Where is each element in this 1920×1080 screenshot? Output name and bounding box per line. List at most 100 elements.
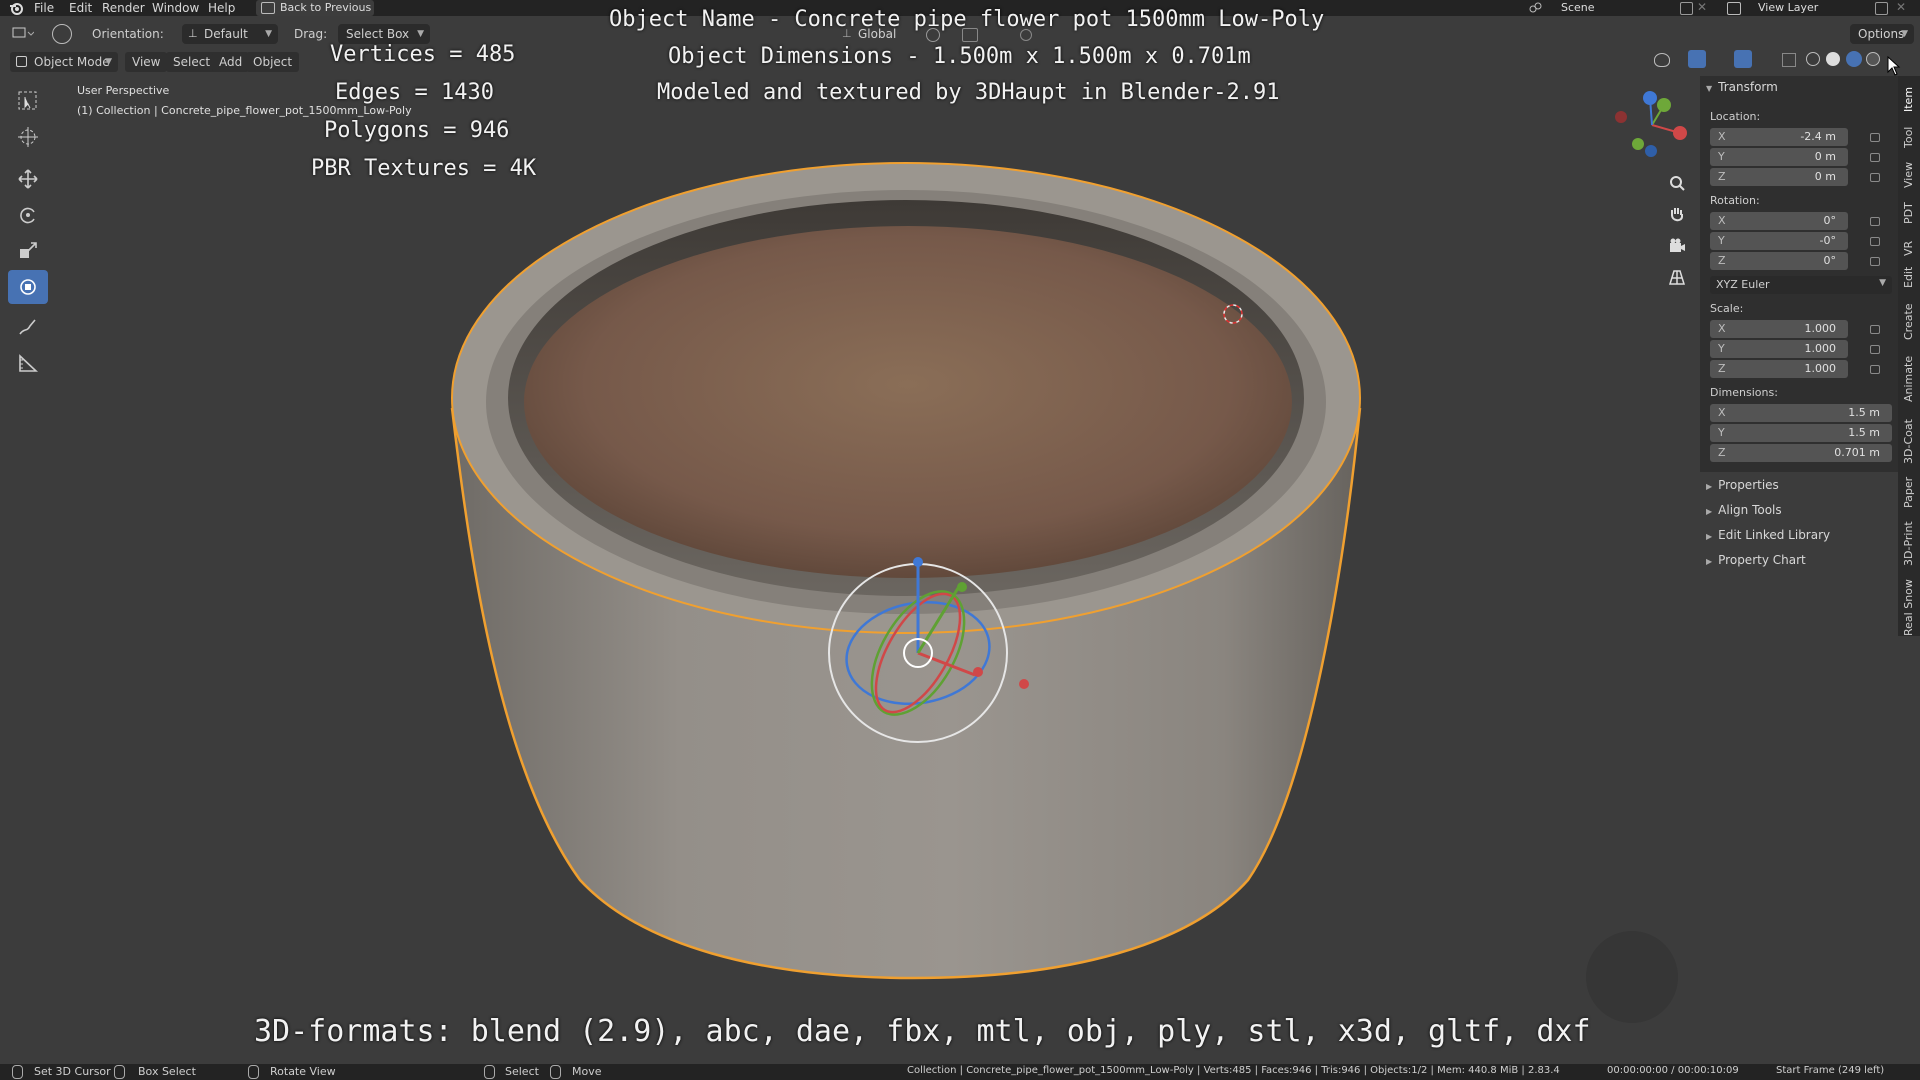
tab-pdt[interactable]: PDT bbox=[1902, 202, 1915, 224]
scale-x-field[interactable]: X 1.000 bbox=[1710, 320, 1848, 338]
axis-label: Y bbox=[1718, 426, 1725, 439]
properties-section[interactable]: ▶ Properties bbox=[1706, 478, 1779, 492]
dimensions-label: Dimensions: bbox=[1710, 386, 1778, 399]
transform-title: Transform bbox=[1718, 80, 1778, 94]
lock-icon[interactable] bbox=[1870, 345, 1880, 354]
status-move: Move bbox=[572, 1065, 602, 1078]
pan-hand-icon[interactable] bbox=[1668, 205, 1686, 223]
navigation-overlay-circle bbox=[1586, 931, 1678, 1023]
tab-3d-coat[interactable]: 3D-Coat bbox=[1902, 419, 1915, 464]
mouse-middle-icon bbox=[248, 1065, 259, 1079]
lock-icon[interactable] bbox=[1870, 217, 1880, 226]
lock-icon[interactable] bbox=[1870, 365, 1880, 374]
mouse-left-icon bbox=[12, 1065, 23, 1079]
scale-y-value: 1.000 bbox=[1804, 342, 1837, 355]
tab-paper[interactable]: Paper bbox=[1902, 477, 1915, 508]
rotation-z-field[interactable]: Z 0° bbox=[1710, 252, 1848, 270]
status-box-select: Box Select bbox=[138, 1065, 196, 1078]
tab-real-snow[interactable]: Real Snow bbox=[1902, 579, 1915, 636]
axis-label: Y bbox=[1718, 342, 1725, 355]
status-bar: Set 3D Cursor Box Select Rotate View Sel… bbox=[0, 1064, 1920, 1080]
lock-icon[interactable] bbox=[1870, 173, 1880, 182]
sidebar-n-panel: ▼ Transform Location: X -2.4 m Y 0 m Z 0 m R… bbox=[1700, 76, 1900, 472]
mouse-right-icon bbox=[484, 1065, 495, 1079]
axis-label: X bbox=[1718, 322, 1726, 335]
mouse-right-drag-icon bbox=[550, 1065, 561, 1079]
scale-x-value: 1.000 bbox=[1804, 322, 1837, 335]
location-y-value: 0 m bbox=[1814, 150, 1836, 163]
rotation-z-value: 0° bbox=[1823, 254, 1837, 267]
scale-z-value: 1.000 bbox=[1804, 362, 1837, 375]
mouse-drag-icon bbox=[114, 1065, 125, 1079]
tab-edit[interactable]: Edit bbox=[1902, 267, 1915, 288]
rotation-x-field[interactable]: X 0° bbox=[1710, 212, 1848, 230]
location-label: Location: bbox=[1710, 110, 1761, 123]
camera-view-icon[interactable] bbox=[1668, 237, 1686, 255]
dimensions-x-value: 1.5 m bbox=[1848, 406, 1880, 419]
dimensions-z-field[interactable]: Z 0.701 m bbox=[1710, 444, 1892, 462]
overlay-vertices: Vertices = 485 bbox=[330, 42, 516, 67]
chevron-right-icon: ▶ bbox=[1706, 532, 1713, 541]
rotation-mode-dropdown[interactable]: XYZ Euler ▼ bbox=[1710, 276, 1892, 294]
lock-icon[interactable] bbox=[1870, 153, 1880, 162]
pot-soil bbox=[524, 226, 1292, 578]
location-y-field[interactable]: Y 0 m bbox=[1710, 148, 1848, 166]
status-set-cursor: Set 3D Cursor bbox=[34, 1065, 111, 1078]
overlay-textures: PBR Textures = 4K bbox=[311, 156, 537, 181]
axis-label: Z bbox=[1718, 446, 1726, 459]
rotation-y-value: -0° bbox=[1819, 234, 1836, 247]
zoom-icon[interactable] bbox=[1668, 174, 1686, 192]
viewport-collection-label: (1) Collection | Concrete_pipe_flower_po… bbox=[77, 104, 412, 117]
dimensions-y-field[interactable]: Y 1.5 m bbox=[1710, 424, 1892, 442]
rotation-x-value: 0° bbox=[1823, 214, 1837, 227]
properties-label: Properties bbox=[1718, 478, 1779, 492]
axis-label: X bbox=[1718, 406, 1726, 419]
edit-linked-library-section[interactable]: ▶ Edit Linked Library bbox=[1706, 528, 1830, 542]
navigation-gizmo bbox=[1615, 91, 1687, 157]
tab-create[interactable]: Create bbox=[1902, 303, 1915, 340]
location-x-field[interactable]: X -2.4 m bbox=[1710, 128, 1848, 146]
axis-label: Z bbox=[1718, 362, 1726, 375]
tab-view[interactable]: View bbox=[1902, 162, 1915, 188]
overlay-edges: Edges = 1430 bbox=[335, 80, 494, 105]
axis-label: Y bbox=[1718, 234, 1725, 247]
lock-icon[interactable] bbox=[1870, 133, 1880, 142]
tab-vr[interactable]: VR bbox=[1902, 241, 1915, 256]
overlay-credit: Modeled and textured by 3DHaupt in Blend… bbox=[657, 80, 1280, 105]
tab-animate[interactable]: Animate bbox=[1902, 356, 1915, 402]
scale-z-field[interactable]: Z 1.000 bbox=[1710, 360, 1848, 378]
tab-item[interactable]: Item bbox=[1902, 87, 1915, 112]
chevron-down-icon: ▼ bbox=[1706, 84, 1713, 93]
lock-icon[interactable] bbox=[1870, 237, 1880, 246]
align-tools-label: Align Tools bbox=[1718, 503, 1782, 517]
scale-label: Scale: bbox=[1710, 302, 1744, 315]
dimensions-y-value: 1.5 m bbox=[1848, 426, 1880, 439]
lock-icon[interactable] bbox=[1870, 257, 1880, 266]
status-rotate-view: Rotate View bbox=[270, 1065, 336, 1078]
tab-tool[interactable]: Tool bbox=[1902, 127, 1915, 148]
location-z-value: 0 m bbox=[1814, 170, 1836, 183]
align-tools-section[interactable]: ▶ Align Tools bbox=[1706, 503, 1782, 517]
status-select: Select bbox=[505, 1065, 539, 1078]
location-z-field[interactable]: Z 0 m bbox=[1710, 168, 1848, 186]
chevron-right-icon: ▶ bbox=[1706, 482, 1713, 491]
axis-label: Y bbox=[1718, 150, 1725, 163]
overlay-polygons: Polygons = 946 bbox=[324, 118, 510, 143]
viewport-3d[interactable] bbox=[0, 0, 1920, 1080]
overlay-object-name: Object Name - Concrete pipe flower pot 1… bbox=[609, 7, 1325, 32]
property-chart-label: Property Chart bbox=[1718, 553, 1806, 567]
edit-linked-library-label: Edit Linked Library bbox=[1718, 528, 1831, 542]
perspective-grid-icon[interactable] bbox=[1668, 268, 1686, 286]
rotation-label: Rotation: bbox=[1710, 194, 1760, 207]
dimensions-x-field[interactable]: X 1.5 m bbox=[1710, 404, 1892, 422]
property-chart-section[interactable]: ▶ Property Chart bbox=[1706, 553, 1806, 567]
tab-3d-print[interactable]: 3D-Print bbox=[1902, 521, 1915, 566]
scale-y-field[interactable]: Y 1.000 bbox=[1710, 340, 1848, 358]
transform-panel-header[interactable]: ▼ Transform bbox=[1706, 80, 1778, 94]
viewport-perspective-label: User Perspective bbox=[77, 84, 170, 97]
axis-label: X bbox=[1718, 130, 1726, 143]
status-timecode: 00:00:00:00 / 00:00:10:09 bbox=[1607, 1065, 1739, 1076]
lock-icon[interactable] bbox=[1870, 325, 1880, 334]
status-info: Collection | Concrete_pipe_flower_pot_15… bbox=[907, 1065, 1560, 1076]
rotation-y-field[interactable]: Y -0° bbox=[1710, 232, 1848, 250]
